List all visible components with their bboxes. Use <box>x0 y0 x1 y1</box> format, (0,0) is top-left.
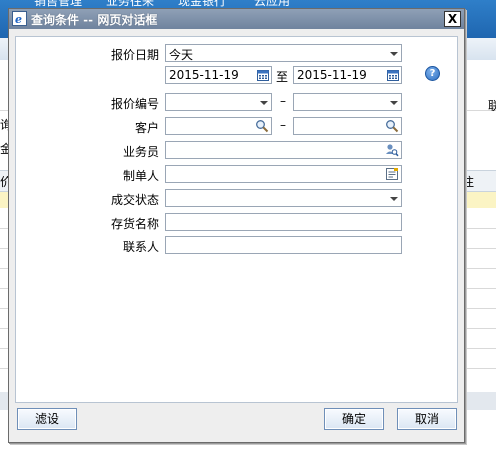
quote-date-preset-value: 今天 <box>169 48 194 62</box>
quote-number-to-select[interactable] <box>293 93 402 111</box>
dialog-title: 查询条件 -- 网页对话框 <box>31 13 158 27</box>
quote-number-label: 报价编号 <box>110 97 159 111</box>
list-picker-icon[interactable] <box>385 167 399 181</box>
creator-label: 制单人 <box>122 169 159 183</box>
range-dash: – <box>280 118 286 132</box>
cancel-button[interactable]: 取消 <box>397 408 457 430</box>
customer-from-input[interactable] <box>165 117 272 135</box>
date-to-separator: 至 <box>276 70 289 84</box>
inventory-name-input[interactable] <box>165 213 402 231</box>
date-from-value: 2015-11-19 <box>169 68 239 82</box>
deal-status-select[interactable] <box>165 189 402 207</box>
ie-page-icon: e <box>12 11 27 26</box>
customer-label: 客户 <box>134 121 159 135</box>
inventory-name-label: 存货名称 <box>110 217 159 231</box>
search-icon[interactable] <box>255 119 269 133</box>
chevron-down-icon <box>390 197 398 201</box>
bg-label-fragment-right: 联 <box>488 99 496 113</box>
quote-date-preset-select[interactable]: 今天 <box>165 44 402 62</box>
calendar-icon[interactable] <box>387 69 399 81</box>
date-to-value: 2015-11-19 <box>297 68 367 82</box>
date-from-input[interactable]: 2015-11-19 <box>165 66 272 84</box>
filter-settings-button[interactable]: 滤设 <box>17 408 77 430</box>
close-button[interactable]: X <box>444 11 461 27</box>
creator-input[interactable] <box>165 165 402 183</box>
chevron-down-icon <box>390 52 398 56</box>
chevron-down-icon <box>390 101 398 105</box>
calendar-icon[interactable] <box>257 69 269 81</box>
dialog-title-bar[interactable]: e 查询条件 -- 网页对话框 X <box>9 9 464 29</box>
user-search-icon[interactable] <box>385 143 399 157</box>
help-icon[interactable]: ? <box>425 66 440 81</box>
svg-text:e: e <box>15 13 22 26</box>
quote-number-from-select[interactable] <box>165 93 272 111</box>
query-form-panel: ? 报价日期 今天 2015-11-19 至 2015-11-19 报价编号 –… <box>15 36 458 403</box>
search-icon[interactable] <box>385 119 399 133</box>
ok-button[interactable]: 确定 <box>324 408 384 430</box>
chevron-down-icon <box>260 101 268 105</box>
salesperson-label: 业务员 <box>122 145 159 159</box>
quote-date-label: 报价日期 <box>110 48 159 62</box>
contact-input[interactable] <box>165 236 402 254</box>
range-dash: – <box>280 94 286 108</box>
query-dialog: e 查询条件 -- 网页对话框 X ? 报价日期 今天 2015-11-19 至… <box>8 8 465 443</box>
contact-label: 联系人 <box>122 240 159 254</box>
date-to-input[interactable]: 2015-11-19 <box>293 66 402 84</box>
customer-to-input[interactable] <box>293 117 402 135</box>
deal-status-label: 成交状态 <box>110 193 159 207</box>
salesperson-input[interactable] <box>165 141 402 159</box>
